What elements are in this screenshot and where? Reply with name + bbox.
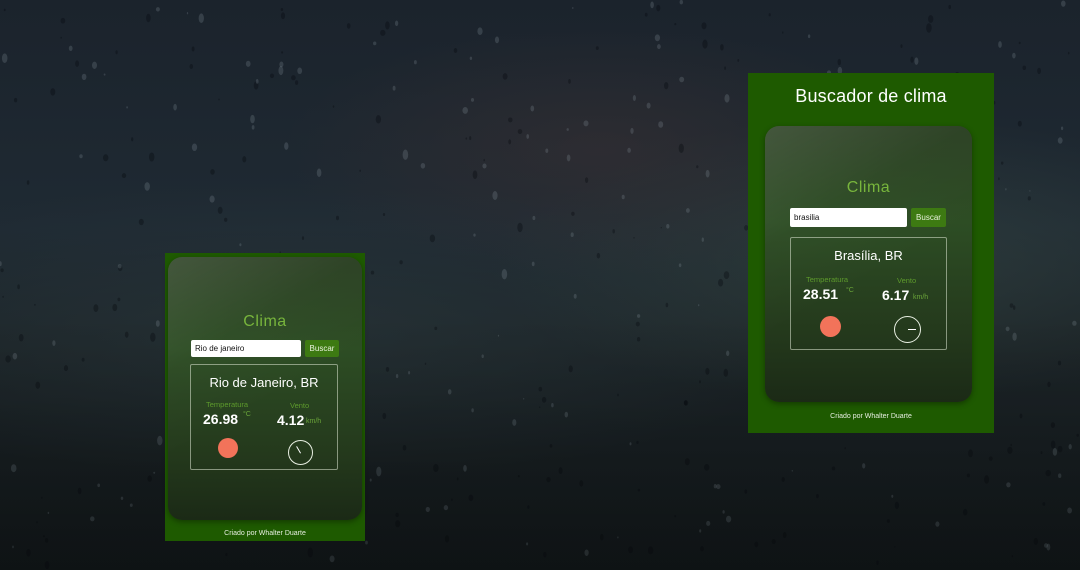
weather-result: Rio de Janeiro, BR Temperatura 26.98 °C …	[190, 364, 338, 470]
temperature-unit: °C	[243, 411, 251, 418]
temperature-label: Temperatura	[206, 400, 249, 409]
wind-direction-gauge-icon	[288, 440, 313, 465]
weather-panel: Clima Buscar Rio de Janeiro, BR Temperat…	[168, 257, 362, 520]
city-search-input[interactable]	[191, 340, 301, 357]
weather-card-large: Buscador de clima Clima Buscar Brasília,…	[748, 73, 994, 433]
city-search-input[interactable]	[790, 208, 907, 227]
wind-needle	[295, 445, 301, 453]
wind-value: 4.12	[277, 412, 305, 428]
search-button[interactable]: Buscar	[911, 208, 946, 227]
city-name: Rio de Janeiro, BR	[209, 375, 319, 390]
footer-credit: Criado por Whalter Duarte	[224, 530, 306, 537]
wind-label: Vento	[290, 401, 310, 410]
temperature-label: Temperatura	[806, 275, 849, 284]
wind-unit: km/h	[306, 418, 322, 425]
weather-panel: Clima Buscar Brasília, BR Temperatura 28…	[765, 126, 972, 402]
section-title: Clima	[243, 313, 287, 330]
wind-label: Vento	[897, 276, 917, 285]
temperature-value: 28.51	[803, 286, 839, 302]
city-name: Brasília, BR	[834, 248, 903, 263]
app-title: Buscador de clima	[795, 86, 947, 106]
footer-credit: Criado por Whalter Duarte	[830, 413, 912, 420]
wind-value: 6.17	[882, 287, 910, 303]
wind-direction-gauge-icon	[894, 316, 921, 343]
wind-unit: km/h	[913, 294, 929, 301]
temperature-unit: °C	[846, 287, 854, 294]
wind-needle	[907, 328, 916, 330]
section-title: Clima	[846, 179, 891, 196]
search-button[interactable]: Buscar	[305, 340, 339, 357]
weather-result: Brasília, BR Temperatura 28.51 °C Vento …	[790, 237, 947, 350]
weather-card-small: Clima Buscar Rio de Janeiro, BR Temperat…	[165, 253, 365, 541]
sun-icon	[820, 316, 841, 337]
temperature-value: 26.98	[203, 411, 239, 427]
sun-icon	[218, 438, 238, 458]
